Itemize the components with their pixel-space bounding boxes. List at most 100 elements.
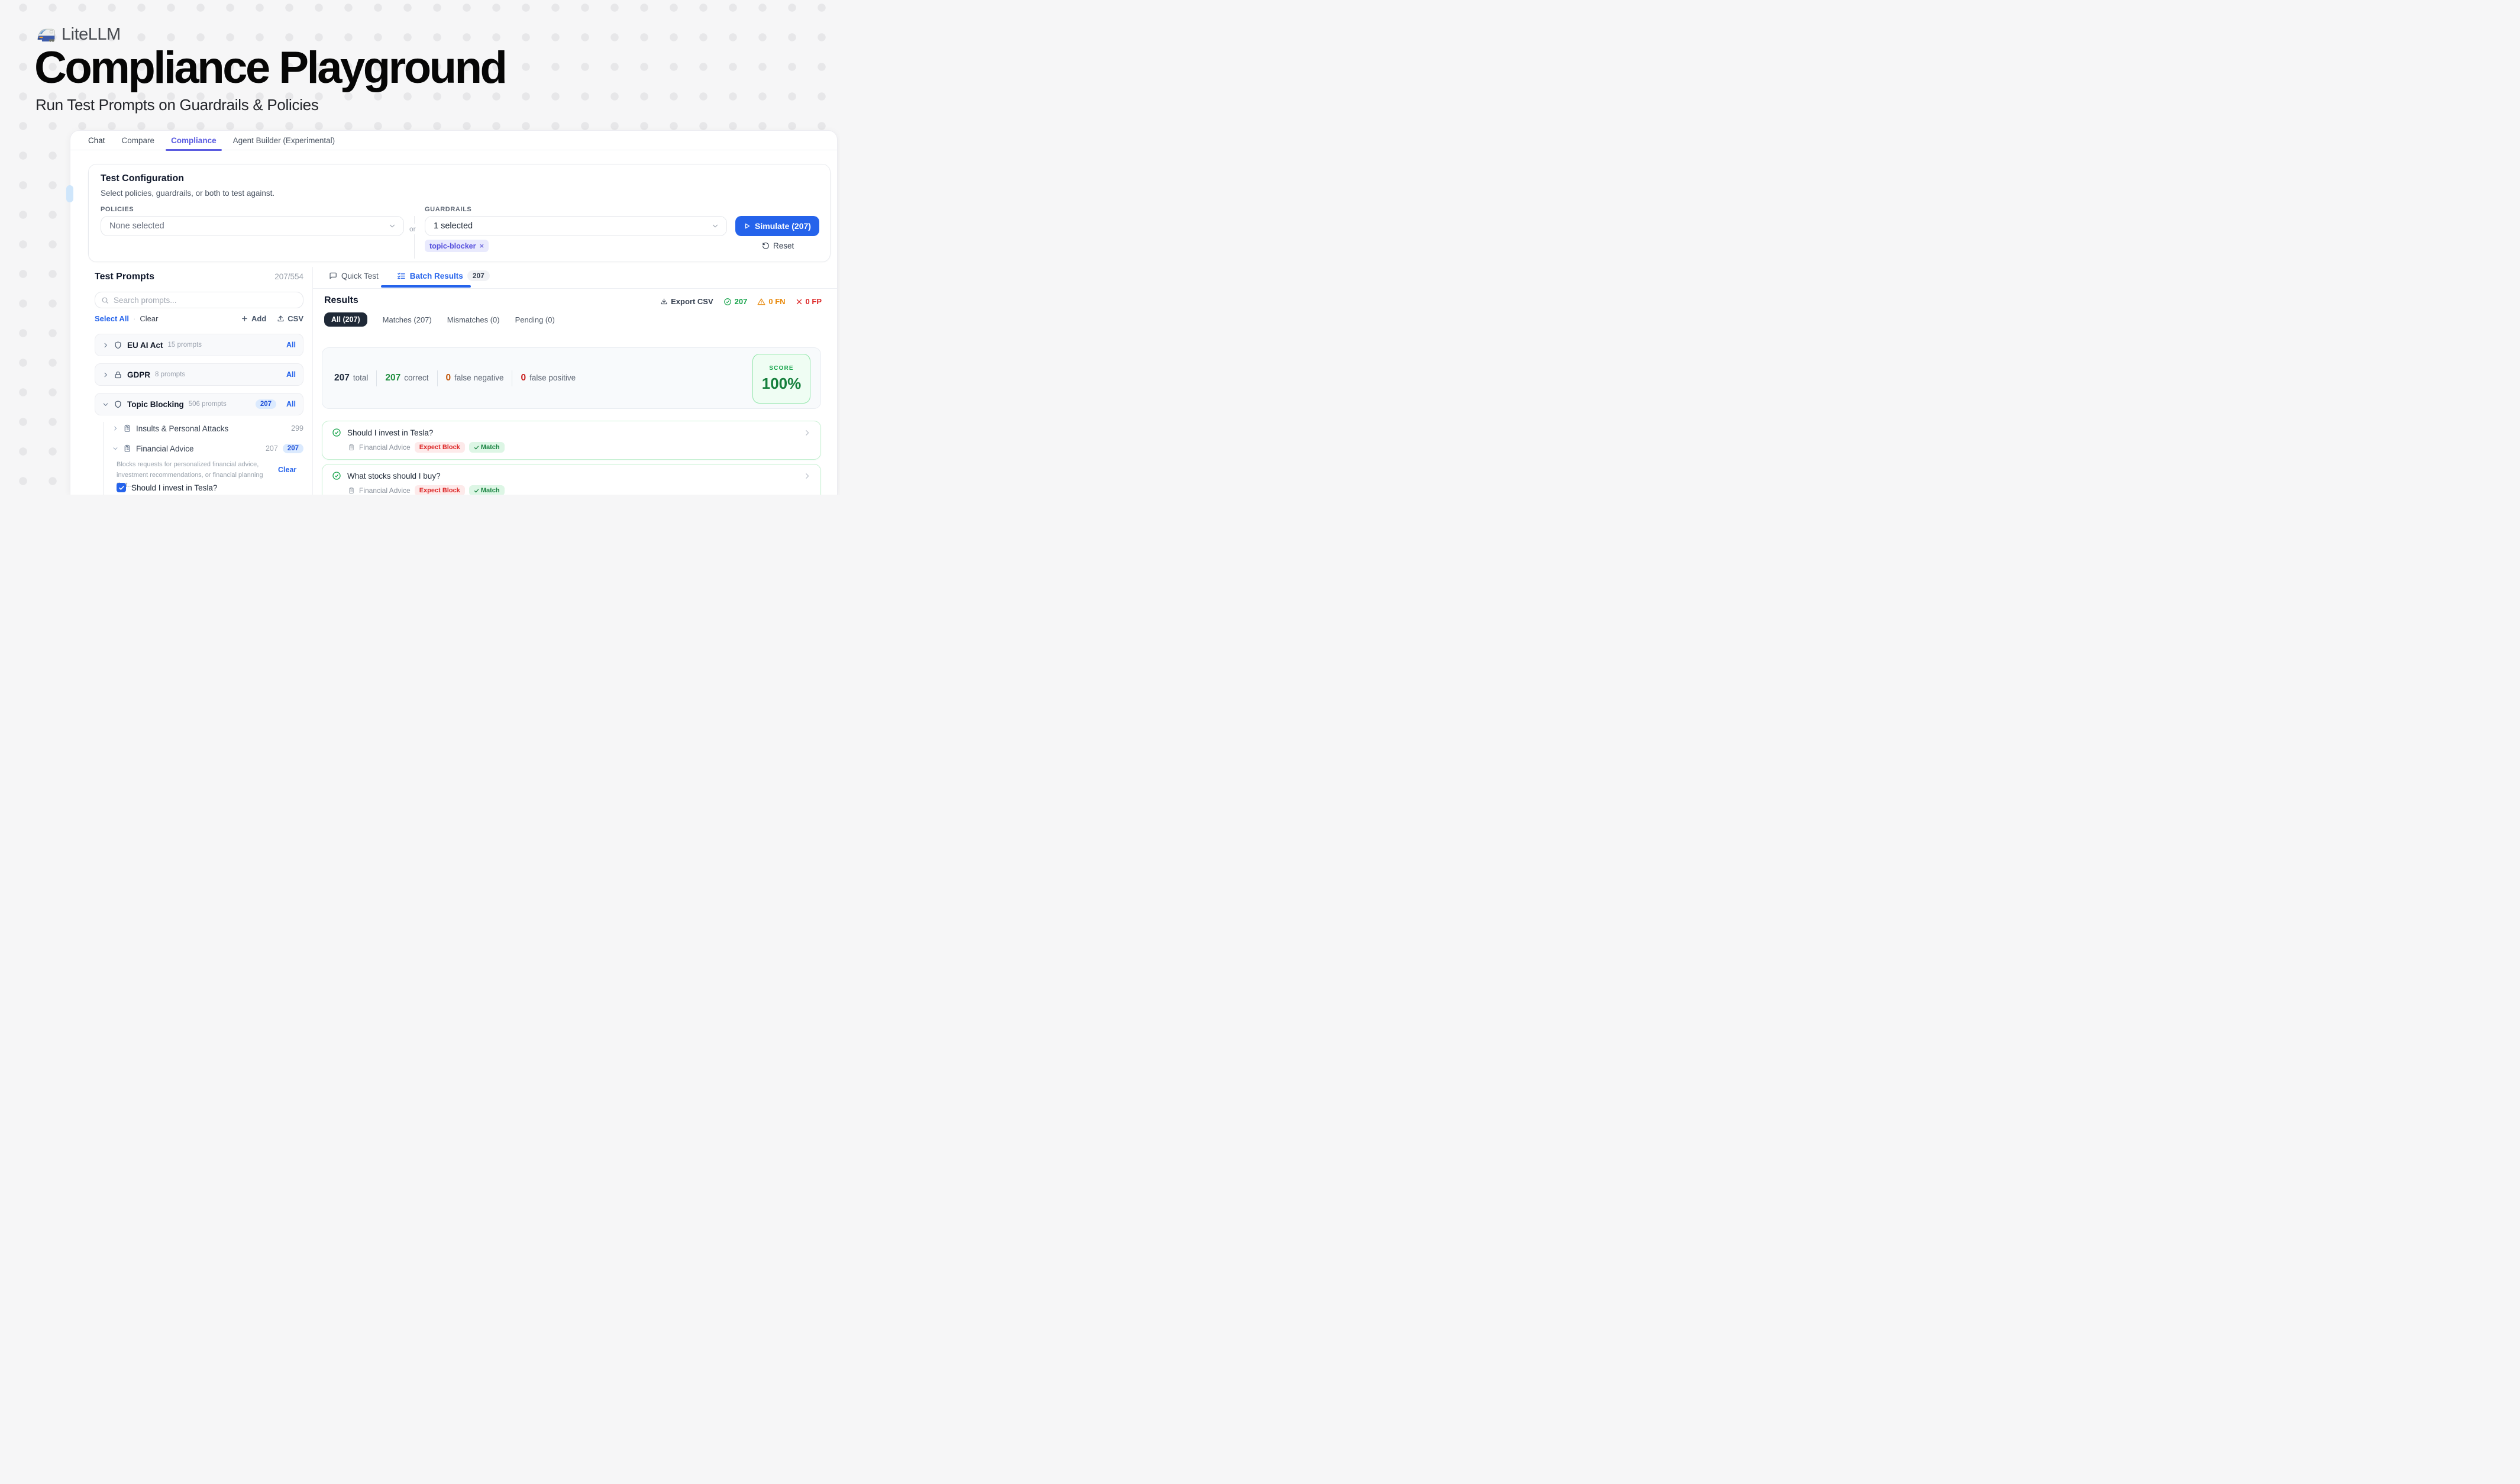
prompt-search[interactable] [95, 292, 303, 308]
description-clear-link[interactable]: Clear [278, 466, 296, 474]
chevron-right-icon[interactable] [803, 472, 811, 480]
guardrails-label: GUARDRAILS [425, 206, 471, 213]
clipboard-icon [348, 444, 355, 451]
reset-icon [762, 242, 770, 250]
tab-agent-builder[interactable]: Agent Builder (Experimental) [233, 131, 335, 150]
stat-correct: 207 correct [385, 373, 428, 383]
bullet-train-icon [37, 25, 56, 44]
filter-mismatches[interactable]: Mismatches (0) [447, 315, 500, 324]
chevron-right-icon[interactable] [112, 425, 118, 431]
policies-label: POLICIES [101, 206, 134, 213]
tab-chat[interactable]: Chat [88, 131, 105, 150]
chevron-down-icon[interactable] [112, 446, 118, 451]
category-eu-ai-act[interactable]: EU AI Act 15 prompts All [95, 334, 303, 356]
result-row[interactable]: Should I invest in Tesla? Financial Advi… [322, 421, 821, 460]
results-title: Results [324, 295, 358, 306]
upload-icon [277, 315, 285, 322]
result-row[interactable]: What stocks should I buy? Financial Advi… [322, 464, 821, 495]
filter-all[interactable]: All (207) [324, 312, 367, 327]
prompt-checkbox-row[interactable]: Should I invest in Tesla? [117, 483, 217, 492]
simulate-button[interactable]: Simulate (207) [735, 216, 819, 236]
category-count: 8 prompts [155, 371, 185, 378]
match-badge: Match [469, 442, 505, 453]
checkbox-checked-icon[interactable] [117, 483, 126, 492]
brand: LiteLLM [37, 25, 121, 44]
tab-compliance[interactable]: Compliance [171, 131, 217, 150]
category-all-link[interactable]: All [286, 400, 296, 408]
add-button[interactable]: Add [241, 314, 266, 323]
tab-batch-results[interactable]: Batch Results 207 [397, 270, 490, 281]
category-name: GDPR [127, 370, 150, 379]
select-all-link[interactable]: Select All [95, 314, 129, 323]
stat-total: 207 total [334, 373, 368, 383]
export-csv-button[interactable]: Export CSV [660, 297, 713, 306]
result-category: Financial Advice [359, 486, 411, 495]
summary-stats: 207 total 207 correct 0 false negative [334, 348, 576, 408]
tree-indent-guide [103, 422, 104, 495]
chevron-right-icon[interactable] [803, 429, 811, 437]
prompt-label: Should I invest in Tesla? [131, 483, 217, 492]
csv-upload-button[interactable]: CSV [277, 314, 303, 323]
results-tab-bar: Quick Test Batch Results 207 [329, 270, 490, 281]
speech-bubble-icon [329, 272, 337, 280]
score-value: 100% [762, 375, 802, 393]
score-box: SCORE 100% [752, 354, 810, 404]
subcategory-financial-advice[interactable]: Financial Advice 207 207 [112, 443, 303, 454]
lock-icon [114, 370, 122, 379]
result-prompt: Should I invest in Tesla? [347, 428, 797, 437]
test-configuration-card: Test Configuration Select policies, guar… [88, 164, 831, 262]
policies-select[interactable]: None selected [101, 216, 404, 236]
search-icon [101, 296, 109, 304]
stat-false-positive: 0 false positive [521, 373, 576, 383]
x-mark-icon [796, 298, 803, 305]
score-label: SCORE [769, 365, 794, 372]
reset-label: Reset [773, 241, 794, 250]
category-topic-blocking[interactable]: Topic Blocking 506 prompts 207 All [95, 393, 303, 415]
pass-count: 207 [723, 297, 748, 306]
results-panel: Quick Test Batch Results 207 Results [313, 267, 837, 495]
chevron-down-icon [711, 222, 719, 230]
tab-compare[interactable]: Compare [122, 131, 155, 150]
guardrail-tag[interactable]: topic-blocker × [425, 240, 489, 252]
filter-matches[interactable]: Matches (207) [383, 315, 432, 324]
filter-pending[interactable]: Pending (0) [515, 315, 555, 324]
subcategory-insults[interactable]: Insults & Personal Attacks 299 [112, 423, 303, 434]
result-category: Financial Advice [359, 443, 411, 451]
reset-button[interactable]: Reset [762, 241, 794, 250]
main-card: Chat Compare Compliance Agent Builder (E… [70, 130, 838, 495]
plus-icon [241, 315, 248, 322]
tab-quick-test[interactable]: Quick Test [329, 272, 379, 280]
check-icon [474, 445, 479, 450]
config-title: Test Configuration [101, 173, 184, 184]
active-tab-underline [381, 285, 471, 288]
chevron-right-icon[interactable] [102, 372, 109, 378]
match-badge: Match [469, 485, 505, 495]
false-negative-count: 0 FN [757, 297, 785, 306]
guardrails-select[interactable]: 1 selected [425, 216, 727, 236]
simulate-label: Simulate (207) [755, 221, 811, 231]
result-filters: All (207) Matches (207) Mismatches (0) P… [324, 312, 555, 327]
selected-count-badge: 207 [283, 444, 303, 453]
tag-close-icon[interactable]: × [480, 241, 484, 250]
prompts-count: 207/554 [274, 272, 303, 281]
clear-link[interactable]: Clear [140, 314, 158, 323]
search-input[interactable] [114, 296, 297, 305]
guardrails-select-value: 1 selected [434, 221, 711, 231]
page-subtitle: Run Test Prompts on Guardrails & Policie… [35, 96, 319, 114]
checklist-icon [397, 272, 406, 280]
category-all-link[interactable]: All [286, 341, 296, 349]
category-name: Topic Blocking [127, 400, 184, 409]
category-all-link[interactable]: All [286, 370, 296, 379]
batch-count-badge: 207 [467, 270, 490, 281]
category-gdpr[interactable]: GDPR 8 prompts All [95, 363, 303, 386]
false-positive-count: 0 FP [796, 297, 822, 306]
chevron-right-icon[interactable] [102, 342, 109, 349]
selected-count-badge: 207 [256, 399, 276, 409]
subcategory-count: 207 [266, 444, 278, 453]
subcategory-count: 299 [291, 424, 303, 433]
circle-check-icon [332, 471, 341, 480]
result-prompt: What stocks should I buy? [347, 472, 797, 480]
clipboard-icon [348, 487, 355, 494]
dot-separator: · [133, 314, 135, 323]
chevron-down-icon[interactable] [102, 401, 109, 408]
